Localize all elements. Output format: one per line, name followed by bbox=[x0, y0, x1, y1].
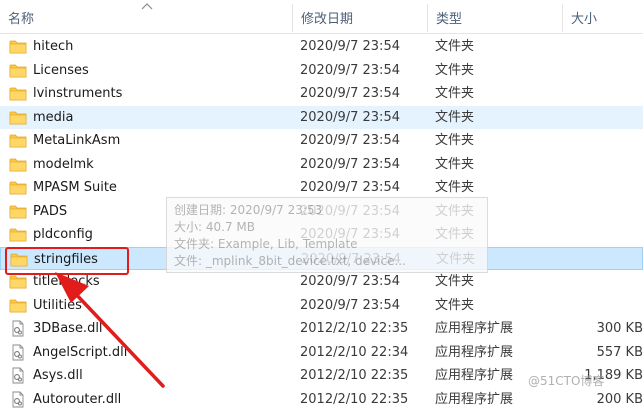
column-header-type[interactable]: 类型 bbox=[428, 0, 562, 33]
file-size bbox=[570, 59, 643, 82]
folder-icon bbox=[9, 85, 27, 102]
tooltip-created-date: 创建日期: 2020/9/7 23:53 bbox=[174, 203, 323, 217]
dll-file-icon bbox=[9, 344, 27, 361]
file-row[interactable]: 3DBase.dll 2012/2/10 22:35 应用程序扩展 300 KB bbox=[0, 317, 643, 340]
file-name: media bbox=[33, 109, 74, 125]
file-name: lvinstruments bbox=[33, 86, 123, 101]
folder-icon bbox=[9, 38, 27, 55]
file-row[interactable]: AngelScript.dll 2012/2/10 22:34 应用程序扩展 557 … bbox=[0, 341, 643, 364]
column-header-size[interactable]: 大小 bbox=[563, 0, 643, 33]
file-type: 文件夹 bbox=[435, 62, 475, 78]
file-row[interactable]: MPASM Suite 2020/9/7 23:54 文件夹 bbox=[0, 176, 643, 199]
tooltip-files: 文件: _mplink_8bit_device.txt, device... bbox=[174, 254, 406, 268]
file-row[interactable]: lvinstruments 2020/9/7 23:54 文件夹 bbox=[0, 82, 643, 105]
file-row[interactable]: Licenses 2020/9/7 23:54 文件夹 bbox=[0, 59, 643, 82]
file-type: 应用程序扩展 bbox=[435, 344, 514, 360]
modified-date: 2020/9/7 23:54 bbox=[300, 133, 400, 148]
file-row[interactable]: media 2020/9/7 23:54 文件夹 bbox=[0, 105, 643, 129]
file-size bbox=[570, 176, 643, 199]
file-name: Autorouter.dll bbox=[33, 391, 122, 407]
column-header-bar: 名称 修改日期 类型 大小 bbox=[0, 0, 643, 34]
file-name: Licenses bbox=[33, 62, 89, 78]
file-type: 应用程序扩展 bbox=[435, 391, 514, 407]
file-size bbox=[570, 270, 643, 293]
modified-date: 2020/9/7 23:54 bbox=[300, 297, 400, 313]
file-size bbox=[571, 248, 643, 271]
file-row[interactable]: hitech 2020/9/7 23:54 文件夹 bbox=[0, 35, 643, 58]
file-type: 应用程序扩展 bbox=[435, 368, 514, 383]
folder-icon bbox=[9, 273, 27, 290]
file-row[interactable]: modelmk 2020/9/7 23:54 文件夹 bbox=[0, 153, 643, 176]
watermark-text: @51CTO博客 bbox=[528, 374, 605, 388]
column-header-name[interactable]: 名称 bbox=[0, 0, 292, 33]
column-header-date[interactable]: 修改日期 bbox=[293, 0, 427, 33]
folder-icon bbox=[9, 109, 27, 126]
annotation-highlight-box bbox=[5, 247, 129, 275]
file-type: 文件夹 bbox=[435, 133, 475, 148]
file-name: hitech bbox=[33, 39, 74, 54]
file-info-tooltip: 创建日期: 2020/9/7 23:53 大小: 40.7 MB 文件夹: Ex… bbox=[166, 197, 488, 273]
tooltip-subfolders: 文件夹: Example, Lib, Template bbox=[174, 237, 358, 251]
file-row[interactable]: Autorouter.dll 2012/2/10 22:35 应用程序扩展 200 K… bbox=[0, 388, 643, 411]
file-size: 557 KB bbox=[596, 344, 643, 360]
file-type: 文件夹 bbox=[435, 86, 475, 101]
folder-icon bbox=[9, 179, 27, 196]
modified-date: 2020/9/7 23:54 bbox=[300, 62, 400, 78]
file-size bbox=[570, 35, 643, 58]
dll-file-icon bbox=[9, 367, 27, 384]
modified-date: 2012/2/10 22:35 bbox=[300, 368, 409, 383]
file-size bbox=[570, 200, 643, 223]
file-type: 文件夹 bbox=[435, 274, 475, 289]
file-size: 200 KB bbox=[596, 391, 643, 407]
file-name: AngelScript.dll bbox=[33, 344, 128, 360]
tooltip-size: 大小: 40.7 MB bbox=[174, 220, 255, 234]
file-name: MetaLinkAsm bbox=[33, 133, 121, 148]
modified-date: 2020/9/7 23:54 bbox=[300, 156, 400, 172]
file-row[interactable]: MetaLinkAsm 2020/9/7 23:54 文件夹 bbox=[0, 129, 643, 152]
file-type: 文件夹 bbox=[435, 109, 475, 125]
file-name: Utilities bbox=[33, 297, 82, 313]
modified-date: 2020/9/7 23:54 bbox=[300, 39, 400, 54]
file-size bbox=[570, 223, 643, 246]
file-type: 文件夹 bbox=[435, 39, 475, 54]
file-name: pldconfig bbox=[33, 227, 93, 242]
file-size bbox=[570, 294, 643, 317]
dll-file-icon bbox=[9, 391, 27, 408]
folder-icon bbox=[9, 203, 27, 220]
file-type: 文件夹 bbox=[435, 297, 475, 313]
folder-icon bbox=[9, 156, 27, 173]
modified-date: 2020/9/7 23:54 bbox=[300, 274, 400, 289]
file-size bbox=[570, 153, 643, 176]
modified-date: 2012/2/10 22:35 bbox=[300, 391, 409, 407]
file-size: 300 KB bbox=[596, 321, 643, 336]
file-name: modelmk bbox=[33, 156, 94, 172]
file-type: 文件夹 bbox=[435, 156, 475, 172]
file-name: 3DBase.dll bbox=[33, 321, 103, 336]
modified-date: 2020/9/7 23:54 bbox=[300, 109, 400, 125]
file-row[interactable]: Utilities 2020/9/7 23:54 文件夹 bbox=[0, 294, 643, 317]
file-name: Asys.dll bbox=[33, 368, 83, 383]
file-size bbox=[570, 82, 643, 105]
dll-file-icon bbox=[9, 320, 27, 337]
folder-icon bbox=[9, 297, 27, 314]
file-type: 应用程序扩展 bbox=[435, 321, 514, 336]
file-type: 文件夹 bbox=[435, 180, 475, 195]
modified-date: 2012/2/10 22:35 bbox=[300, 321, 409, 336]
modified-date: 2020/9/7 23:54 bbox=[300, 86, 400, 101]
folder-icon bbox=[9, 226, 27, 243]
file-size bbox=[570, 129, 643, 152]
folder-icon bbox=[9, 132, 27, 149]
file-name: PADS bbox=[33, 203, 68, 219]
modified-date: 2020/9/7 23:54 bbox=[300, 180, 400, 195]
modified-date: 2012/2/10 22:34 bbox=[300, 344, 409, 360]
folder-icon bbox=[9, 62, 27, 79]
file-name: MPASM Suite bbox=[33, 180, 117, 195]
file-size bbox=[570, 106, 643, 129]
